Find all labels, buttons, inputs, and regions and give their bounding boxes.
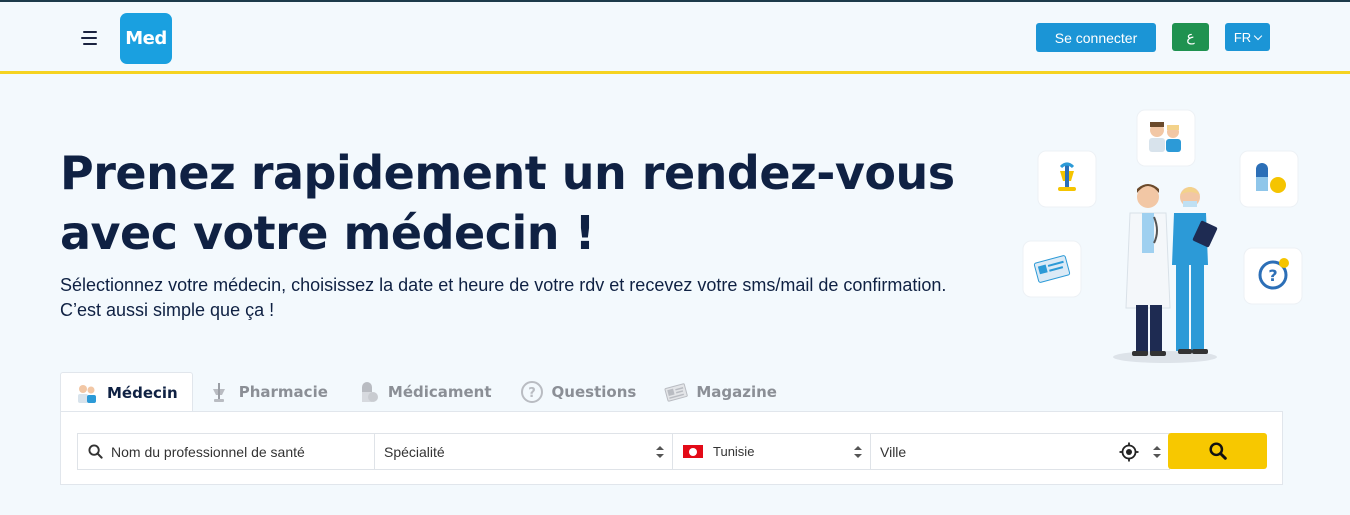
question-card-icon: ? xyxy=(1243,247,1303,305)
select-arrows-icon xyxy=(656,446,664,458)
hero-subtitle: Sélectionnez votre médecin, choisissez l… xyxy=(60,275,947,320)
hero-title: Prenez rapidement un rendez-vous avec vo… xyxy=(60,146,955,260)
search-panel: Nom du professionnel de santé Spécialité… xyxy=(60,411,1283,485)
select-arrows-icon xyxy=(854,446,862,458)
male-doctor xyxy=(1125,184,1171,356)
doctors-illustration: ? xyxy=(1022,109,1303,363)
pill-icon xyxy=(356,380,380,404)
doctors-card-icon xyxy=(1136,109,1196,167)
country-value: Tunisie xyxy=(713,444,755,459)
language-label: FR xyxy=(1233,29,1252,45)
card-id-icon xyxy=(1022,240,1082,298)
logo[interactable]: Med xyxy=(120,13,172,64)
login-button[interactable]: Se connecter xyxy=(1036,23,1156,52)
country-select[interactable]: Tunisie xyxy=(672,433,871,470)
tab-label: Médicament xyxy=(387,383,492,401)
doctors-icon xyxy=(75,381,99,405)
city-value: Ville xyxy=(880,443,907,460)
practitioner-name-input[interactable]: Nom du professionnel de santé xyxy=(77,433,375,470)
tab-medecin[interactable]: Médecin xyxy=(60,372,193,412)
chevron-down-icon xyxy=(1253,31,1263,40)
practitioner-name-placeholder: Nom du professionnel de santé xyxy=(111,443,305,460)
svg-text:?: ? xyxy=(528,386,536,401)
specialty-select[interactable]: Spécialité xyxy=(374,433,673,470)
question-icon: ? xyxy=(520,380,544,404)
arabic-language-button[interactable]: ع xyxy=(1172,23,1209,51)
tab-label: Magazine xyxy=(696,383,777,401)
site-header: Med Se connecter ع FR xyxy=(0,2,1350,72)
female-doctor xyxy=(1172,187,1218,354)
menu-icon[interactable] xyxy=(80,28,100,48)
tab-label: Questions xyxy=(551,383,637,401)
language-dropdown[interactable]: FR xyxy=(1225,23,1270,51)
specialty-value: Spécialité xyxy=(384,443,445,460)
tab-magazine[interactable]: Magazine xyxy=(650,372,791,412)
tab-label: Médecin xyxy=(107,383,178,402)
select-arrows-icon xyxy=(1153,446,1161,458)
geolocation-icon[interactable] xyxy=(1119,442,1139,462)
tab-questions[interactable]: ? Questions xyxy=(506,372,651,412)
search-button[interactable] xyxy=(1168,433,1267,469)
pharmacy-icon xyxy=(207,380,231,404)
svg-text:?: ? xyxy=(1268,266,1277,285)
search-tabs: Médecin Pharmacie Médicament ? Questions… xyxy=(60,372,791,412)
search-icon xyxy=(88,444,103,459)
pills-card-icon xyxy=(1239,150,1299,208)
tunisia-flag-icon xyxy=(683,445,703,458)
tab-label: Pharmacie xyxy=(238,383,328,401)
tab-pharmacie[interactable]: Pharmacie xyxy=(193,372,342,412)
tab-medicament[interactable]: Médicament xyxy=(342,372,506,412)
header-accent-border xyxy=(0,71,1350,74)
magazine-icon xyxy=(664,380,689,404)
pharmacy-card-icon xyxy=(1037,150,1097,208)
city-select[interactable]: Ville xyxy=(870,433,1170,470)
search-icon xyxy=(1208,442,1227,460)
